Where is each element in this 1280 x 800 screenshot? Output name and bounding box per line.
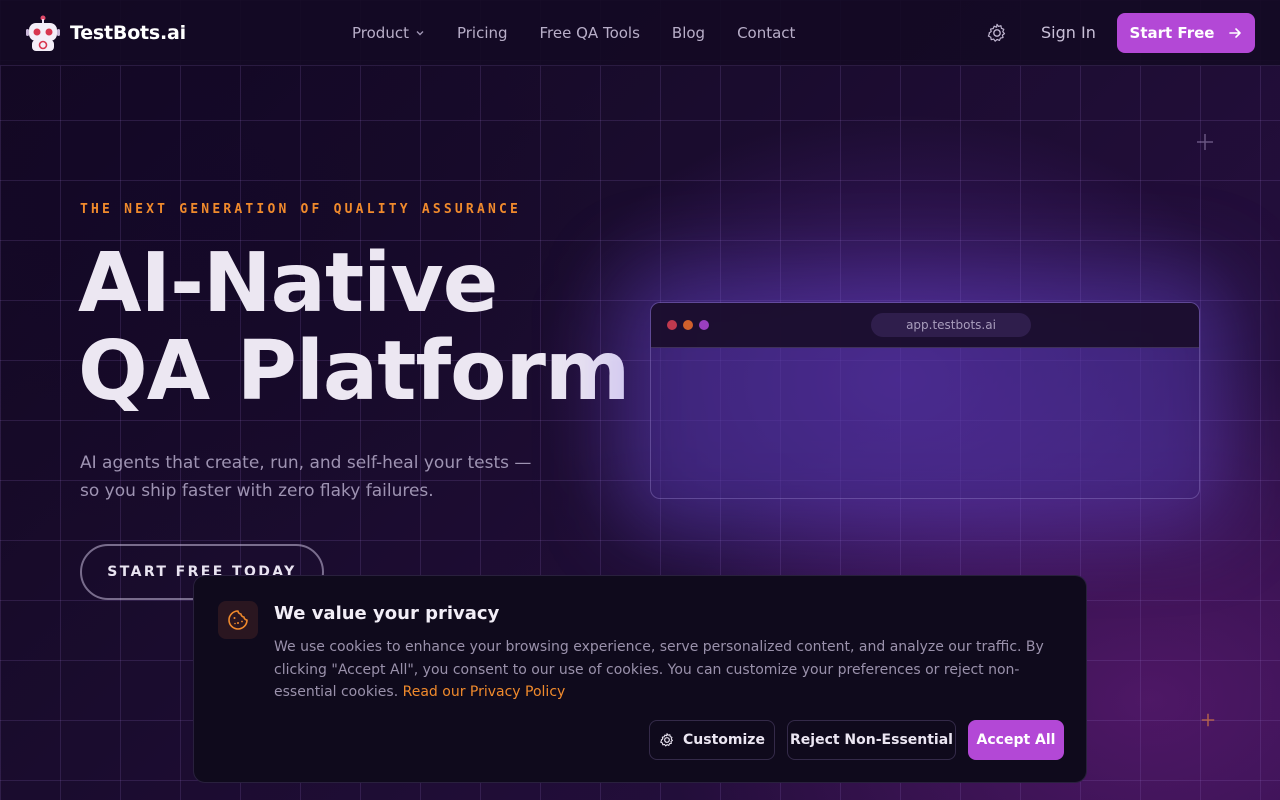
chevron-down-icon [416, 31, 424, 36]
nav-link-label: Blog [671, 24, 706, 42]
plus-decoration-icon [1201, 713, 1215, 727]
headline-line-1: AI-Native [78, 236, 498, 331]
nav-links: Product Pricing Free QA Tools Blog Conta… [352, 0, 795, 66]
accept-all-button[interactable]: Accept All [968, 720, 1064, 760]
nav-link-product[interactable]: Product [352, 24, 425, 42]
customize-button[interactable]: Customize [649, 720, 775, 760]
reject-non-essential-button[interactable]: Reject Non-Essential [787, 720, 956, 760]
nav-link-label: Contact [737, 24, 796, 42]
cookie-icon-badge [218, 601, 258, 639]
cookie-consent-banner: We value your privacy We use cookies to … [193, 575, 1087, 783]
start-free-button[interactable]: Start Free [1117, 13, 1255, 53]
browser-url-bar: app.testbots.ai [871, 313, 1031, 337]
robot-logo-icon [26, 15, 60, 51]
nav-link-contact[interactable]: Contact [737, 24, 795, 42]
window-dot-orange [683, 320, 693, 330]
nav-link-free-qa-tools[interactable]: Free QA Tools [540, 24, 640, 42]
nav-link-label: Free QA Tools [539, 24, 640, 42]
sign-in-link[interactable]: Sign In [1041, 23, 1096, 42]
arrow-right-icon [1229, 28, 1242, 38]
browser-titlebar: app.testbots.ai [651, 303, 1199, 348]
browser-mockup: app.testbots.ai [650, 302, 1200, 499]
gear-icon [660, 733, 674, 747]
nav-link-label: Pricing [456, 24, 508, 42]
hero-headline: AI-Native QA Platform [78, 240, 630, 419]
nav-link-blog[interactable]: Blog [672, 24, 705, 42]
cookie-icon [228, 610, 248, 630]
cookie-body: We use cookies to enhance your browsing … [274, 639, 1044, 700]
hero-eyebrow: THE NEXT GENERATION OF QUALITY ASSURANCE [80, 202, 522, 217]
brand-name: TestBots.ai [70, 22, 186, 44]
cookie-text: We use cookies to enhance your browsing … [274, 636, 1074, 704]
start-free-label: Start Free [1129, 24, 1215, 42]
window-dot-red [667, 320, 677, 330]
headline-line-2: QA Platform [78, 324, 630, 419]
hero-subtitle: AI agents that create, run, and self-hea… [80, 453, 532, 501]
privacy-policy-link[interactable]: Read our Privacy Policy [403, 684, 566, 700]
nav-link-label: Product [352, 24, 409, 42]
customize-label: Customize [683, 732, 765, 748]
plus-decoration-icon [1197, 134, 1213, 150]
nav-link-pricing[interactable]: Pricing [457, 24, 508, 42]
top-navigation: TestBots.ai Product Pricing Free QA Tool… [0, 0, 1280, 66]
cookie-title: We value your privacy [274, 603, 500, 624]
window-dot-purple [699, 320, 709, 330]
brand-logo[interactable]: TestBots.ai [24, 14, 186, 52]
gear-icon[interactable] [986, 22, 1008, 44]
